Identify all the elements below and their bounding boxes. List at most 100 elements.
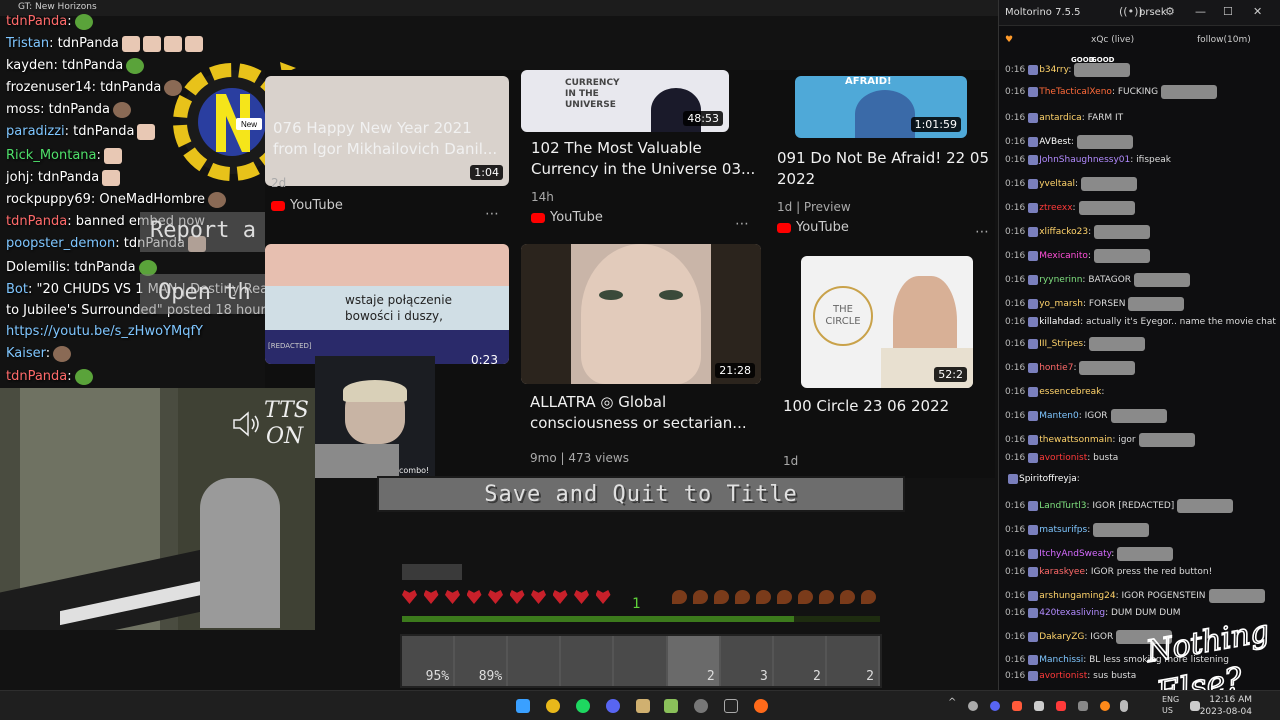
hotbar-slot[interactable]: 2	[773, 636, 827, 686]
chat-username[interactable]: tdnPanda	[6, 214, 67, 229]
discord-icon[interactable]	[606, 699, 620, 713]
chat-username[interactable]: Rick_Montana	[6, 148, 97, 163]
username[interactable]: prsek	[1139, 7, 1167, 18]
video-thumbnail-2[interactable]: CURRENCY IN THE UNIVERSE 48:53	[521, 70, 729, 132]
hunger-icon	[861, 590, 876, 604]
hotbar-slot[interactable]: 89%	[455, 636, 509, 686]
obs-icon[interactable]	[694, 699, 708, 713]
chat-username[interactable]: paradizzi	[6, 124, 65, 139]
slot-count: 2	[706, 669, 715, 684]
hotbar-slot[interactable]: 3	[720, 636, 774, 686]
chat-username[interactable]: essencebreak	[1039, 387, 1101, 397]
chrome-icon[interactable]	[546, 699, 560, 713]
hotbar-slot[interactable]	[561, 636, 615, 686]
chat-username[interactable]: tdnPanda	[6, 369, 67, 384]
file-explorer-icon[interactable]	[636, 699, 650, 713]
chat-username[interactable]: frozenuser14	[6, 80, 92, 95]
chat-username[interactable]: arshungaming24	[1039, 591, 1115, 601]
video-thumbnail-3[interactable]: AFRAID! 1:01:59	[795, 76, 967, 138]
chat-username[interactable]: matsurifps	[1039, 525, 1087, 535]
language-indicator[interactable]: ENG US	[1162, 694, 1179, 716]
chat-username[interactable]: antardica	[1039, 113, 1081, 123]
chat-username[interactable]: poopster_demon	[6, 236, 115, 251]
chat-username[interactable]: killahdad	[1039, 317, 1080, 327]
video-title-3[interactable]: 091 Do Not Be Afraid! 22 05 2022	[777, 148, 989, 190]
firefox-icon[interactable]	[754, 699, 768, 713]
minecraft-icon[interactable]	[664, 699, 678, 713]
save-and-quit-button[interactable]: Save and Quit to Title	[377, 476, 905, 512]
xp-level: 1	[632, 596, 641, 612]
video-thumbnail-5[interactable]: 21:28	[521, 244, 761, 384]
maximize-icon[interactable]: ☐	[1223, 5, 1233, 18]
video-title-5[interactable]: ALLATRA ◎ Global consciousness or sectar…	[530, 392, 747, 434]
tray-icon-5[interactable]	[1056, 701, 1066, 711]
tray-icon-4[interactable]	[1034, 701, 1044, 711]
hotbar-slot[interactable]: 95%	[402, 636, 456, 686]
chat-username[interactable]: Tristan	[6, 36, 49, 51]
video-title-2[interactable]: 102 The Most Valuable Currency in the Un…	[531, 138, 755, 180]
chat-username[interactable]: ztreexx	[1039, 203, 1072, 213]
chat-username[interactable]: b34rry	[1039, 65, 1068, 75]
video-thumbnail-6[interactable]: THE CIRCLE 52:2	[801, 256, 973, 388]
microphone-icon[interactable]	[1120, 700, 1128, 712]
chat-username[interactable]: LandTurtl3	[1039, 501, 1086, 511]
video-title-6[interactable]: 100 Circle 23 06 2022	[783, 396, 949, 417]
hotbar-slot[interactable]: 2	[826, 636, 880, 686]
spotify-icon[interactable]	[576, 699, 590, 713]
tray-icon-1[interactable]	[968, 701, 978, 711]
chat-username[interactable]: Kaiser	[6, 346, 46, 361]
chat-username[interactable]: Spiritoffreyja	[1019, 474, 1077, 484]
more-icon[interactable]: ⋯	[735, 216, 750, 232]
chat-username[interactable]: Manten0	[1039, 411, 1078, 421]
hotbar-slot[interactable]: 2	[667, 636, 721, 686]
tab-channel[interactable]: xQc (live)	[1091, 35, 1134, 45]
chat-username[interactable]: tdnPanda	[6, 14, 67, 29]
start-icon[interactable]	[516, 699, 530, 713]
chat-username[interactable]: Bot	[6, 282, 28, 297]
chat-username[interactable]: kayden	[6, 58, 53, 73]
tab-follow[interactable]: follow(10m)	[1197, 35, 1251, 45]
more-icon[interactable]: ⋯	[485, 206, 500, 222]
badge-icon	[1028, 607, 1039, 618]
chat-username[interactable]: Dolemilis	[6, 260, 66, 275]
minimize-icon[interactable]: —	[1195, 5, 1206, 18]
chat-username[interactable]: hontie7	[1039, 363, 1073, 373]
app-icon[interactable]	[724, 699, 738, 713]
chat-username[interactable]: AVBest	[1039, 137, 1071, 147]
chat-username[interactable]: xliffacko23	[1039, 227, 1088, 237]
chat-username[interactable]: karaskyee	[1039, 567, 1085, 577]
tray-icon-6[interactable]	[1078, 701, 1088, 711]
chat-username[interactable]: TheTacticalXeno	[1039, 87, 1112, 97]
chat-username[interactable]: thewattsonmain	[1039, 435, 1112, 445]
gear-icon[interactable]: ⚙	[1165, 5, 1175, 18]
badge-icon	[1028, 178, 1039, 189]
chat-username[interactable]: avortionist	[1039, 671, 1087, 681]
chat-username[interactable]: III_Stripes	[1039, 339, 1083, 349]
more-icon[interactable]: ⋯	[975, 224, 990, 240]
tray-icon-3[interactable]	[1012, 701, 1022, 711]
clock[interactable]: 12:16 AM 2023-08-04	[1200, 694, 1252, 718]
chat-username[interactable]: avortionist	[1039, 453, 1087, 463]
network-icon[interactable]	[1190, 701, 1200, 711]
hotbar[interactable]: 95% 89% 2 3 2 2	[400, 634, 882, 688]
tray-icon-2[interactable]	[990, 701, 1000, 711]
chat-username[interactable]: ryynerinn	[1039, 275, 1082, 285]
chat-username[interactable]: ItchyAndSweaty	[1039, 549, 1111, 559]
chat-username[interactable]: 420texasliving	[1039, 608, 1105, 618]
chat-username[interactable]: Manchissi	[1039, 655, 1083, 665]
chat-text: : FARM IT	[1081, 113, 1124, 123]
chat-username[interactable]: DakaryZG	[1039, 632, 1084, 642]
chat-username[interactable]: yo_marsh	[1039, 299, 1083, 309]
chat-username[interactable]: moss	[6, 102, 40, 117]
close-icon[interactable]: ✕	[1253, 5, 1262, 18]
tray-chevron-icon[interactable]: ^	[948, 697, 956, 711]
tray-icon-7[interactable]	[1100, 701, 1110, 711]
chat-username[interactable]: Mexicanito	[1039, 251, 1088, 261]
video-title-1[interactable]: 076 Happy New Year 2021 from Igor Mikhai…	[273, 118, 497, 160]
chat-username[interactable]: johj	[6, 170, 29, 185]
hotbar-slot[interactable]	[614, 636, 668, 686]
chat-username[interactable]: rockpuppy69	[6, 192, 91, 207]
chat-username[interactable]: yveltaal	[1039, 179, 1075, 189]
hotbar-slot[interactable]	[508, 636, 562, 686]
chat-username[interactable]: JohnShaughnessy01	[1039, 155, 1130, 165]
